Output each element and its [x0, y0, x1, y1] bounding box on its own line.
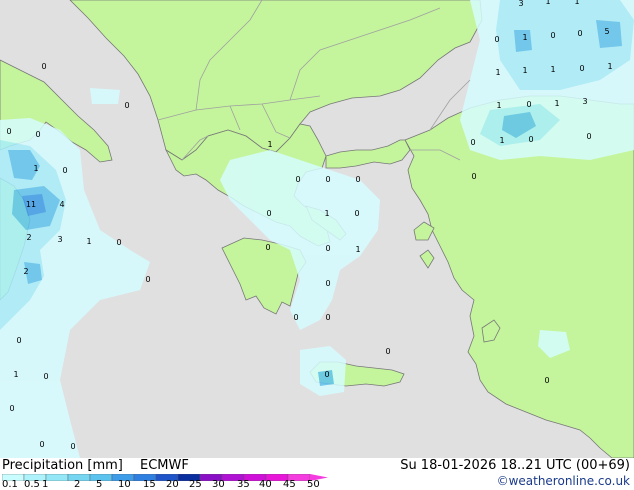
point-value: 0: [385, 347, 390, 356]
legend-swatch: [45, 474, 69, 481]
point-value: 3: [57, 235, 62, 244]
point-value: 0: [579, 64, 584, 73]
point-value: 0: [550, 31, 555, 40]
legend-tick: 15: [143, 479, 156, 490]
point-value: 0: [577, 29, 582, 38]
point-value: 0: [355, 175, 360, 184]
legend-tick: 40: [259, 479, 272, 490]
point-value: 0: [70, 442, 75, 451]
point-value: 4: [59, 200, 64, 209]
footer-bar: Precipitation [mm] ECMWF Su 18-01-2026 1…: [0, 458, 634, 490]
point-value: 0: [586, 132, 591, 141]
point-value: 0: [116, 238, 121, 247]
point-value: 1: [355, 245, 360, 254]
product-label: Precipitation [mm]: [2, 458, 123, 473]
point-value: 1: [522, 33, 527, 42]
point-value: 5: [604, 27, 609, 36]
point-value: 1: [554, 99, 559, 108]
point-value: 0: [324, 370, 329, 379]
legend-tick: 10: [118, 479, 131, 490]
point-value: 1: [607, 62, 612, 71]
point-value: 1: [545, 0, 550, 6]
legend-tick: 2: [74, 479, 81, 490]
point-value: 0: [6, 127, 11, 136]
point-value: 1: [550, 65, 555, 74]
legend-tick: 30: [212, 479, 225, 490]
point-value: 0: [62, 166, 67, 175]
legend-tick: 50: [307, 479, 320, 490]
legend-tick: 25: [189, 479, 202, 490]
point-value: 0: [265, 243, 270, 252]
point-value: 1: [499, 136, 504, 145]
point-value: 0: [471, 172, 476, 181]
legend-tick: 0.5: [24, 479, 40, 490]
point-value: 0: [325, 313, 330, 322]
point-value: 0: [295, 175, 300, 184]
legend-tick: 0.1: [2, 479, 18, 490]
point-value: 0: [266, 209, 271, 218]
point-value: 0: [325, 279, 330, 288]
point-value: 11: [26, 200, 36, 209]
legend-tick: 1: [42, 479, 49, 490]
point-value: 1: [13, 370, 18, 379]
point-value: 1: [495, 68, 500, 77]
point-value: 0: [16, 336, 21, 345]
point-value: 0: [528, 135, 533, 144]
point-value: 0: [494, 35, 499, 44]
legend-tick: 35: [237, 479, 250, 490]
point-value: 0: [526, 100, 531, 109]
point-value: 0: [145, 275, 150, 284]
point-value: 1: [574, 0, 579, 6]
point-value: 3: [518, 0, 523, 8]
point-value: 0: [43, 372, 48, 381]
point-value: 1: [33, 164, 38, 173]
point-value: 3: [582, 97, 587, 106]
model-label: ECMWF: [140, 458, 189, 473]
point-value: 0: [124, 101, 129, 110]
point-value: 0: [544, 376, 549, 385]
point-value: 0: [470, 138, 475, 147]
point-value: 1: [496, 101, 501, 110]
precip-top-light: [90, 88, 120, 104]
valid-time: Su 18-01-2026 18..21 UTC (00+69): [400, 458, 630, 473]
point-value: 0: [293, 313, 298, 322]
credit-link[interactable]: ©weatheronline.co.uk: [497, 474, 630, 488]
point-value: 0: [39, 440, 44, 449]
point-value: 1: [267, 140, 272, 149]
legend-tick: 45: [283, 479, 296, 490]
point-value: 1: [324, 209, 329, 218]
point-value: 2: [23, 267, 28, 276]
point-value: 1: [86, 237, 91, 246]
point-value: 0: [325, 175, 330, 184]
point-value: 1: [522, 66, 527, 75]
legend-tick: 5: [96, 479, 103, 490]
point-value: 0: [35, 130, 40, 139]
point-value: 2: [26, 233, 31, 242]
point-value: 0: [325, 244, 330, 253]
legend-tick: 20: [166, 479, 179, 490]
point-value: 0: [41, 62, 46, 71]
point-value: 0: [354, 209, 359, 218]
point-value: 0: [9, 404, 14, 413]
precipitation-map: 3 1 100 1 0 0 51 1 1 0 10 1 0 1 30 00 1 0 011 00 0 0 011 40 1 02 3…: [0, 0, 634, 458]
